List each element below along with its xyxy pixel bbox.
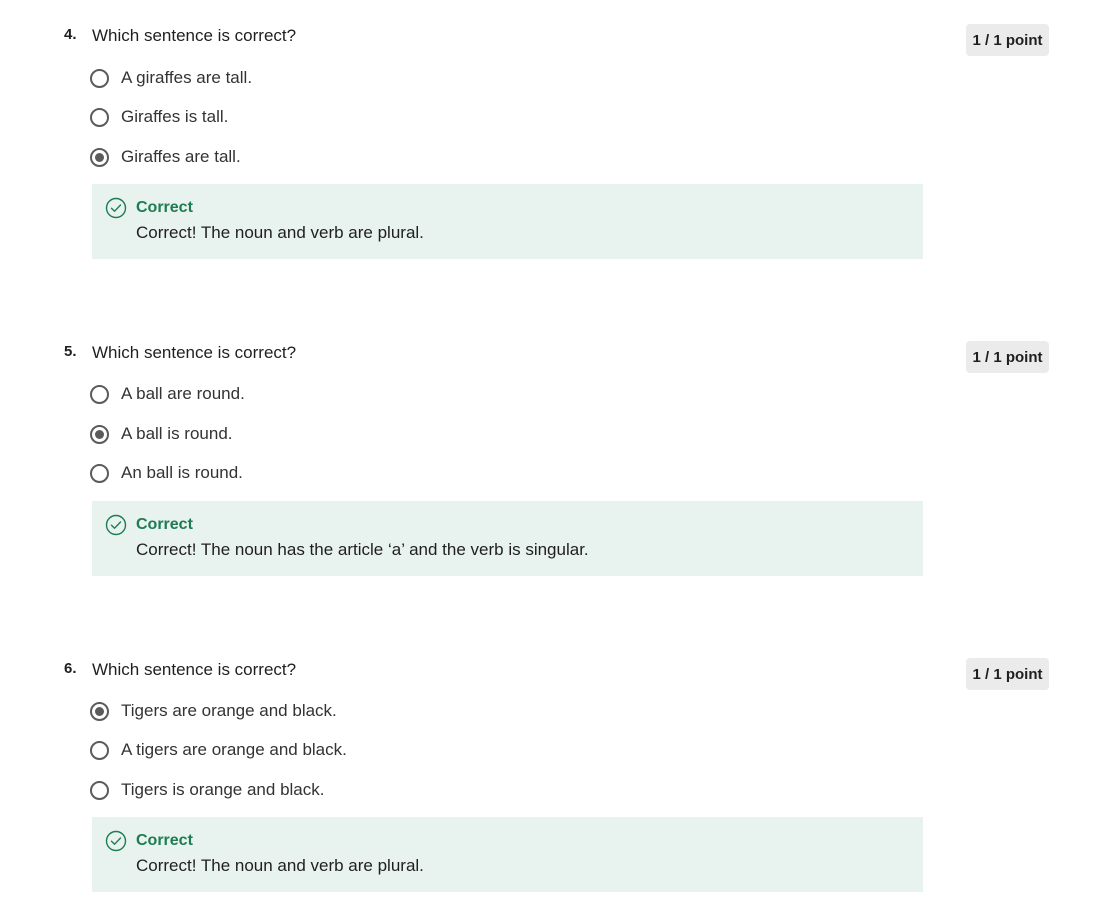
radio-button[interactable] [90, 384, 109, 404]
question-5: 5. Which sentence is correct? 1 / 1 poin… [0, 327, 1116, 607]
answer-option[interactable]: Tigers are orange and black. [90, 698, 337, 724]
question-6: 6. Which sentence is correct? 1 / 1 poin… [0, 644, 1116, 924]
feedback-panel: Correct Correct! The noun and verb are p… [92, 817, 923, 892]
feedback-panel: Correct Correct! The noun and verb are p… [92, 184, 923, 259]
question-number: 4. [64, 26, 77, 43]
question-number: 6. [64, 660, 77, 677]
answer-option[interactable]: A tigers are orange and black. [90, 737, 347, 763]
points-badge: 1 / 1 point [966, 341, 1049, 373]
feedback-message: Correct! The noun and verb are plural. [136, 856, 424, 875]
answer-option[interactable]: Tigers is orange and black. [90, 777, 324, 803]
points-badge: 1 / 1 point [966, 24, 1049, 56]
answer-option-label: A tigers are orange and black. [121, 740, 347, 759]
radio-button-selected[interactable] [90, 701, 109, 721]
feedback-status: Correct [136, 516, 193, 533]
answer-option[interactable]: A ball are round. [90, 381, 245, 407]
answer-option-label: Giraffes is tall. [121, 107, 229, 126]
answer-option-label: Tigers are orange and black. [121, 701, 337, 720]
radio-button[interactable] [90, 740, 109, 760]
check-circle-icon [105, 197, 127, 219]
question-prompt: Which sentence is correct? [92, 26, 297, 45]
answer-option[interactable]: A ball is round. [90, 421, 233, 447]
feedback-status: Correct [136, 199, 193, 216]
feedback-panel: Correct Correct! The noun has the articl… [92, 501, 923, 576]
answer-option[interactable]: Giraffes are tall. [90, 144, 241, 170]
points-badge: 1 / 1 point [966, 658, 1049, 690]
feedback-status: Correct [136, 832, 193, 849]
answer-option-label: A ball are round. [121, 384, 245, 403]
radio-button-selected[interactable] [90, 147, 109, 167]
answer-option-label: A ball is round. [121, 424, 233, 443]
check-circle-icon [105, 830, 127, 852]
radio-button[interactable] [90, 463, 109, 483]
question-prompt: Which sentence is correct? [92, 660, 297, 679]
question-number: 5. [64, 343, 77, 360]
question-4: 4. Which sentence is correct? 1 / 1 poin… [0, 10, 1116, 290]
answer-option[interactable]: A giraffes are tall. [90, 65, 252, 91]
answer-option[interactable]: Giraffes is tall. [90, 104, 228, 130]
feedback-message: Correct! The noun and verb are plural. [136, 223, 424, 242]
radio-button[interactable] [90, 107, 109, 127]
radio-button-selected[interactable] [90, 424, 109, 444]
feedback-message: Correct! The noun has the article ‘a’ an… [136, 540, 589, 559]
check-circle-icon [105, 514, 127, 536]
answer-option[interactable]: An ball is round. [90, 460, 243, 486]
answer-option-label: Giraffes are tall. [121, 147, 241, 166]
radio-button[interactable] [90, 780, 109, 800]
answer-option-label: A giraffes are tall. [121, 68, 253, 87]
radio-button[interactable] [90, 68, 109, 88]
answer-option-label: Tigers is orange and black. [121, 780, 325, 799]
question-prompt: Which sentence is correct? [92, 343, 297, 362]
answer-option-label: An ball is round. [121, 463, 243, 482]
